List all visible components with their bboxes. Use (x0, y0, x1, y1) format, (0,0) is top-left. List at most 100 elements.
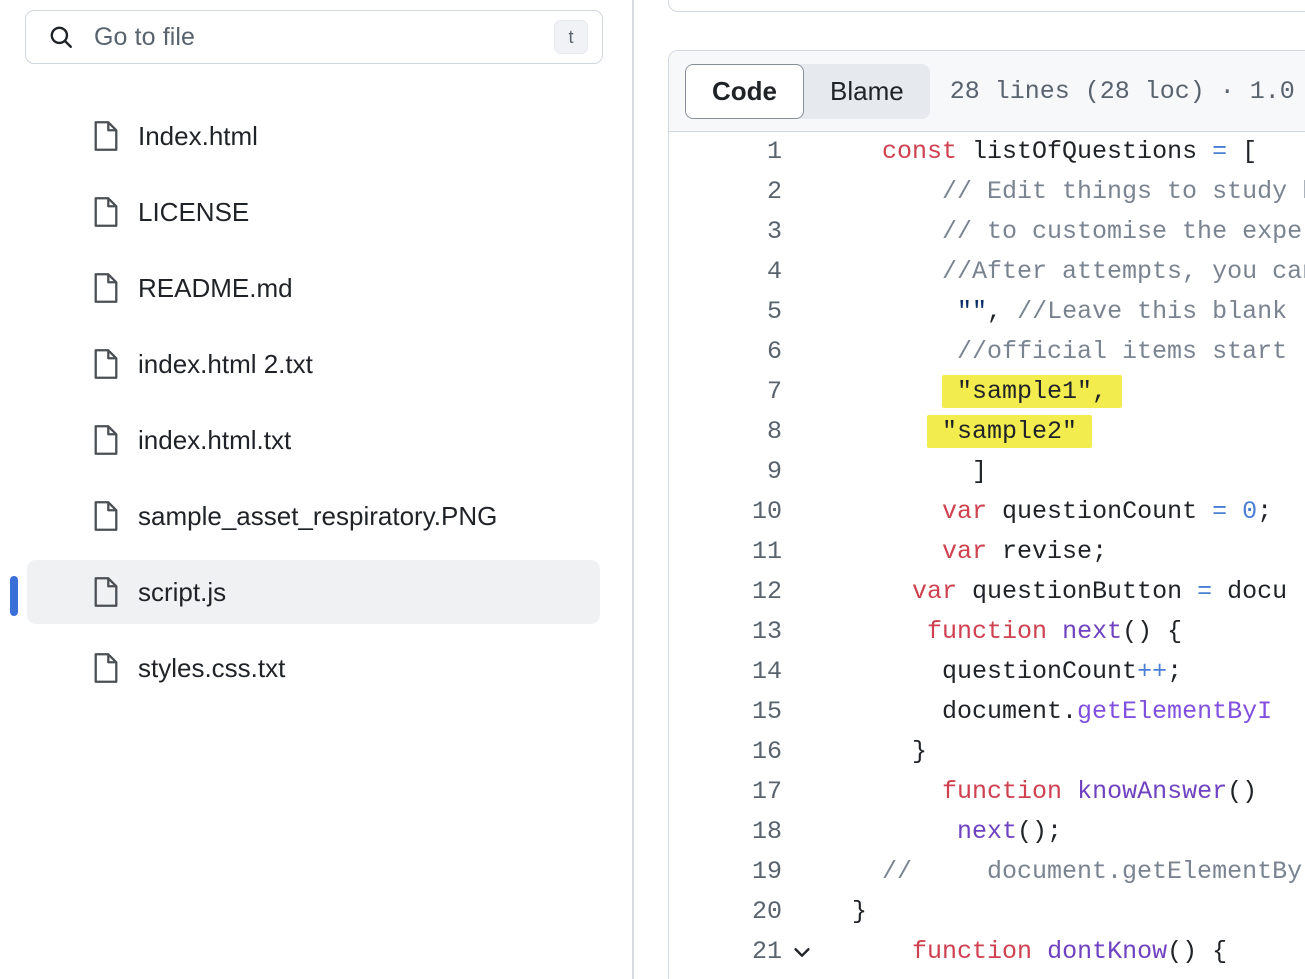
code-line: 5 "", //Leave this blank (669, 292, 1305, 332)
file-list-item[interactable]: Index.html (0, 98, 634, 174)
code-line-text: next(); (822, 812, 1305, 852)
selected-indicator-bar (10, 272, 18, 312)
search-icon (48, 24, 74, 50)
tab-blame[interactable]: Blame (804, 64, 930, 119)
line-number[interactable]: 2 (669, 172, 782, 212)
highlighted-text: "sample2" (927, 415, 1092, 448)
file-name-label: index.html 2.txt (138, 351, 313, 377)
file-list: Index.html LICENSE README.md index.html 2.t… (0, 98, 634, 706)
code-line-text: function next() { (822, 612, 1305, 652)
file-list-item[interactable]: script.js (0, 554, 634, 630)
code-view-panel: CodeBlame 28 lines (28 loc) · 1.0 1 cons… (668, 50, 1305, 979)
line-number[interactable]: 3 (669, 212, 782, 252)
file-icon (92, 120, 120, 152)
code-line-text: // to customise the exper (822, 212, 1305, 252)
code-blame-toggle: CodeBlame (685, 64, 930, 119)
file-icon (92, 424, 120, 456)
file-list-item[interactable]: LICENSE (0, 174, 634, 250)
selected-indicator-bar (10, 652, 18, 692)
selected-indicator-bar (10, 576, 18, 616)
selected-indicator-bar (10, 348, 18, 388)
line-number[interactable]: 18 (669, 812, 782, 852)
file-name-label: index.html.txt (138, 427, 291, 453)
file-list-item[interactable]: README.md (0, 250, 634, 326)
code-line-text: "sample2" (822, 412, 1305, 452)
file-icon (92, 348, 120, 380)
line-number[interactable]: 11 (669, 532, 782, 572)
code-line-text: ] (822, 452, 1305, 492)
code-line-text: //After attempts, you can (822, 252, 1305, 292)
code-line-text: var questionCount = 0; (822, 492, 1305, 532)
file-name-label: LICENSE (138, 199, 249, 225)
line-number[interactable]: 4 (669, 252, 782, 292)
card-stub-above (668, 0, 1305, 12)
code-line: 18 next(); (669, 812, 1305, 852)
code-line-text: function knowAnswer() (822, 772, 1305, 812)
line-number[interactable]: 10 (669, 492, 782, 532)
code-line-text: "", //Leave this blank (822, 292, 1305, 332)
chevron-down-icon[interactable] (782, 941, 822, 963)
code-toolbar: CodeBlame 28 lines (28 loc) · 1.0 (669, 51, 1305, 132)
line-number[interactable]: 12 (669, 572, 782, 612)
code-line-text: questionCount++; (822, 652, 1305, 692)
go-to-file-search[interactable]: Go to file t (25, 10, 603, 64)
code-line: 14 questionCount++; (669, 652, 1305, 692)
line-number[interactable]: 20 (669, 892, 782, 932)
line-number[interactable]: 21 (669, 932, 782, 972)
tab-code[interactable]: Code (685, 64, 804, 119)
file-icon (92, 500, 120, 532)
line-number[interactable]: 9 (669, 452, 782, 492)
file-name-label: script.js (138, 579, 226, 605)
file-list-item[interactable]: index.html 2.txt (0, 326, 634, 402)
code-line: 20 } (669, 892, 1305, 932)
search-placeholder-text: Go to file (94, 25, 554, 50)
code-line: 15 document.getElementByI (669, 692, 1305, 732)
line-number[interactable]: 1 (669, 132, 782, 172)
code-line: 11 var revise; (669, 532, 1305, 572)
app-root: Go to file t Index.html LICENSE README.md i… (0, 0, 1305, 979)
file-icon (92, 272, 120, 304)
code-line-text: const listOfQuestions = [ (822, 132, 1305, 172)
selected-indicator-bar (10, 500, 18, 540)
file-list-item[interactable]: sample_asset_respiratory.PNG (0, 478, 634, 554)
file-icon (92, 196, 120, 228)
code-line: 16 } (669, 732, 1305, 772)
highlighted-text: "sample1", (942, 375, 1122, 408)
code-line: 17 function knowAnswer() (669, 772, 1305, 812)
code-line-text: var revise; (822, 532, 1305, 572)
code-line: 13 function next() { (669, 612, 1305, 652)
code-line-text: var questionButton = docu (822, 572, 1305, 612)
code-line-text: // document.getElementBy (822, 852, 1305, 892)
code-content: 1 const listOfQuestions = [2 // Edit thi… (669, 132, 1305, 979)
code-line-text: document.getElementByI (822, 692, 1305, 732)
selected-indicator-bar (10, 196, 18, 236)
code-line: 3 // to customise the exper (669, 212, 1305, 252)
file-list-item[interactable]: index.html.txt (0, 402, 634, 478)
code-line: 2 // Edit things to study h (669, 172, 1305, 212)
line-number[interactable]: 15 (669, 692, 782, 732)
line-number[interactable]: 6 (669, 332, 782, 372)
code-line-text: function dontKnow() { (822, 932, 1305, 972)
line-number[interactable]: 7 (669, 372, 782, 412)
file-icon (92, 576, 120, 608)
line-number[interactable]: 17 (669, 772, 782, 812)
file-tree-sidebar: Go to file t Index.html LICENSE README.md i… (0, 0, 634, 979)
code-line: 7 "sample1", (669, 372, 1305, 412)
file-name-label: README.md (138, 275, 293, 301)
code-line: 19 // document.getElementBy (669, 852, 1305, 892)
code-line-text: //official items start (822, 332, 1305, 372)
file-name-label: Index.html (138, 123, 258, 149)
line-number[interactable]: 13 (669, 612, 782, 652)
line-number[interactable]: 5 (669, 292, 782, 332)
line-number[interactable]: 16 (669, 732, 782, 772)
code-line-text: } (822, 732, 1305, 772)
file-name-label: styles.css.txt (138, 655, 285, 681)
code-line-text: // Edit things to study h (822, 172, 1305, 212)
file-name-label: sample_asset_respiratory.PNG (138, 503, 497, 529)
search-shortcut-badge[interactable]: t (554, 20, 588, 54)
line-number[interactable]: 8 (669, 412, 782, 452)
line-number[interactable]: 19 (669, 852, 782, 892)
line-number[interactable]: 14 (669, 652, 782, 692)
selected-indicator-bar (10, 120, 18, 160)
file-list-item[interactable]: styles.css.txt (0, 630, 634, 706)
